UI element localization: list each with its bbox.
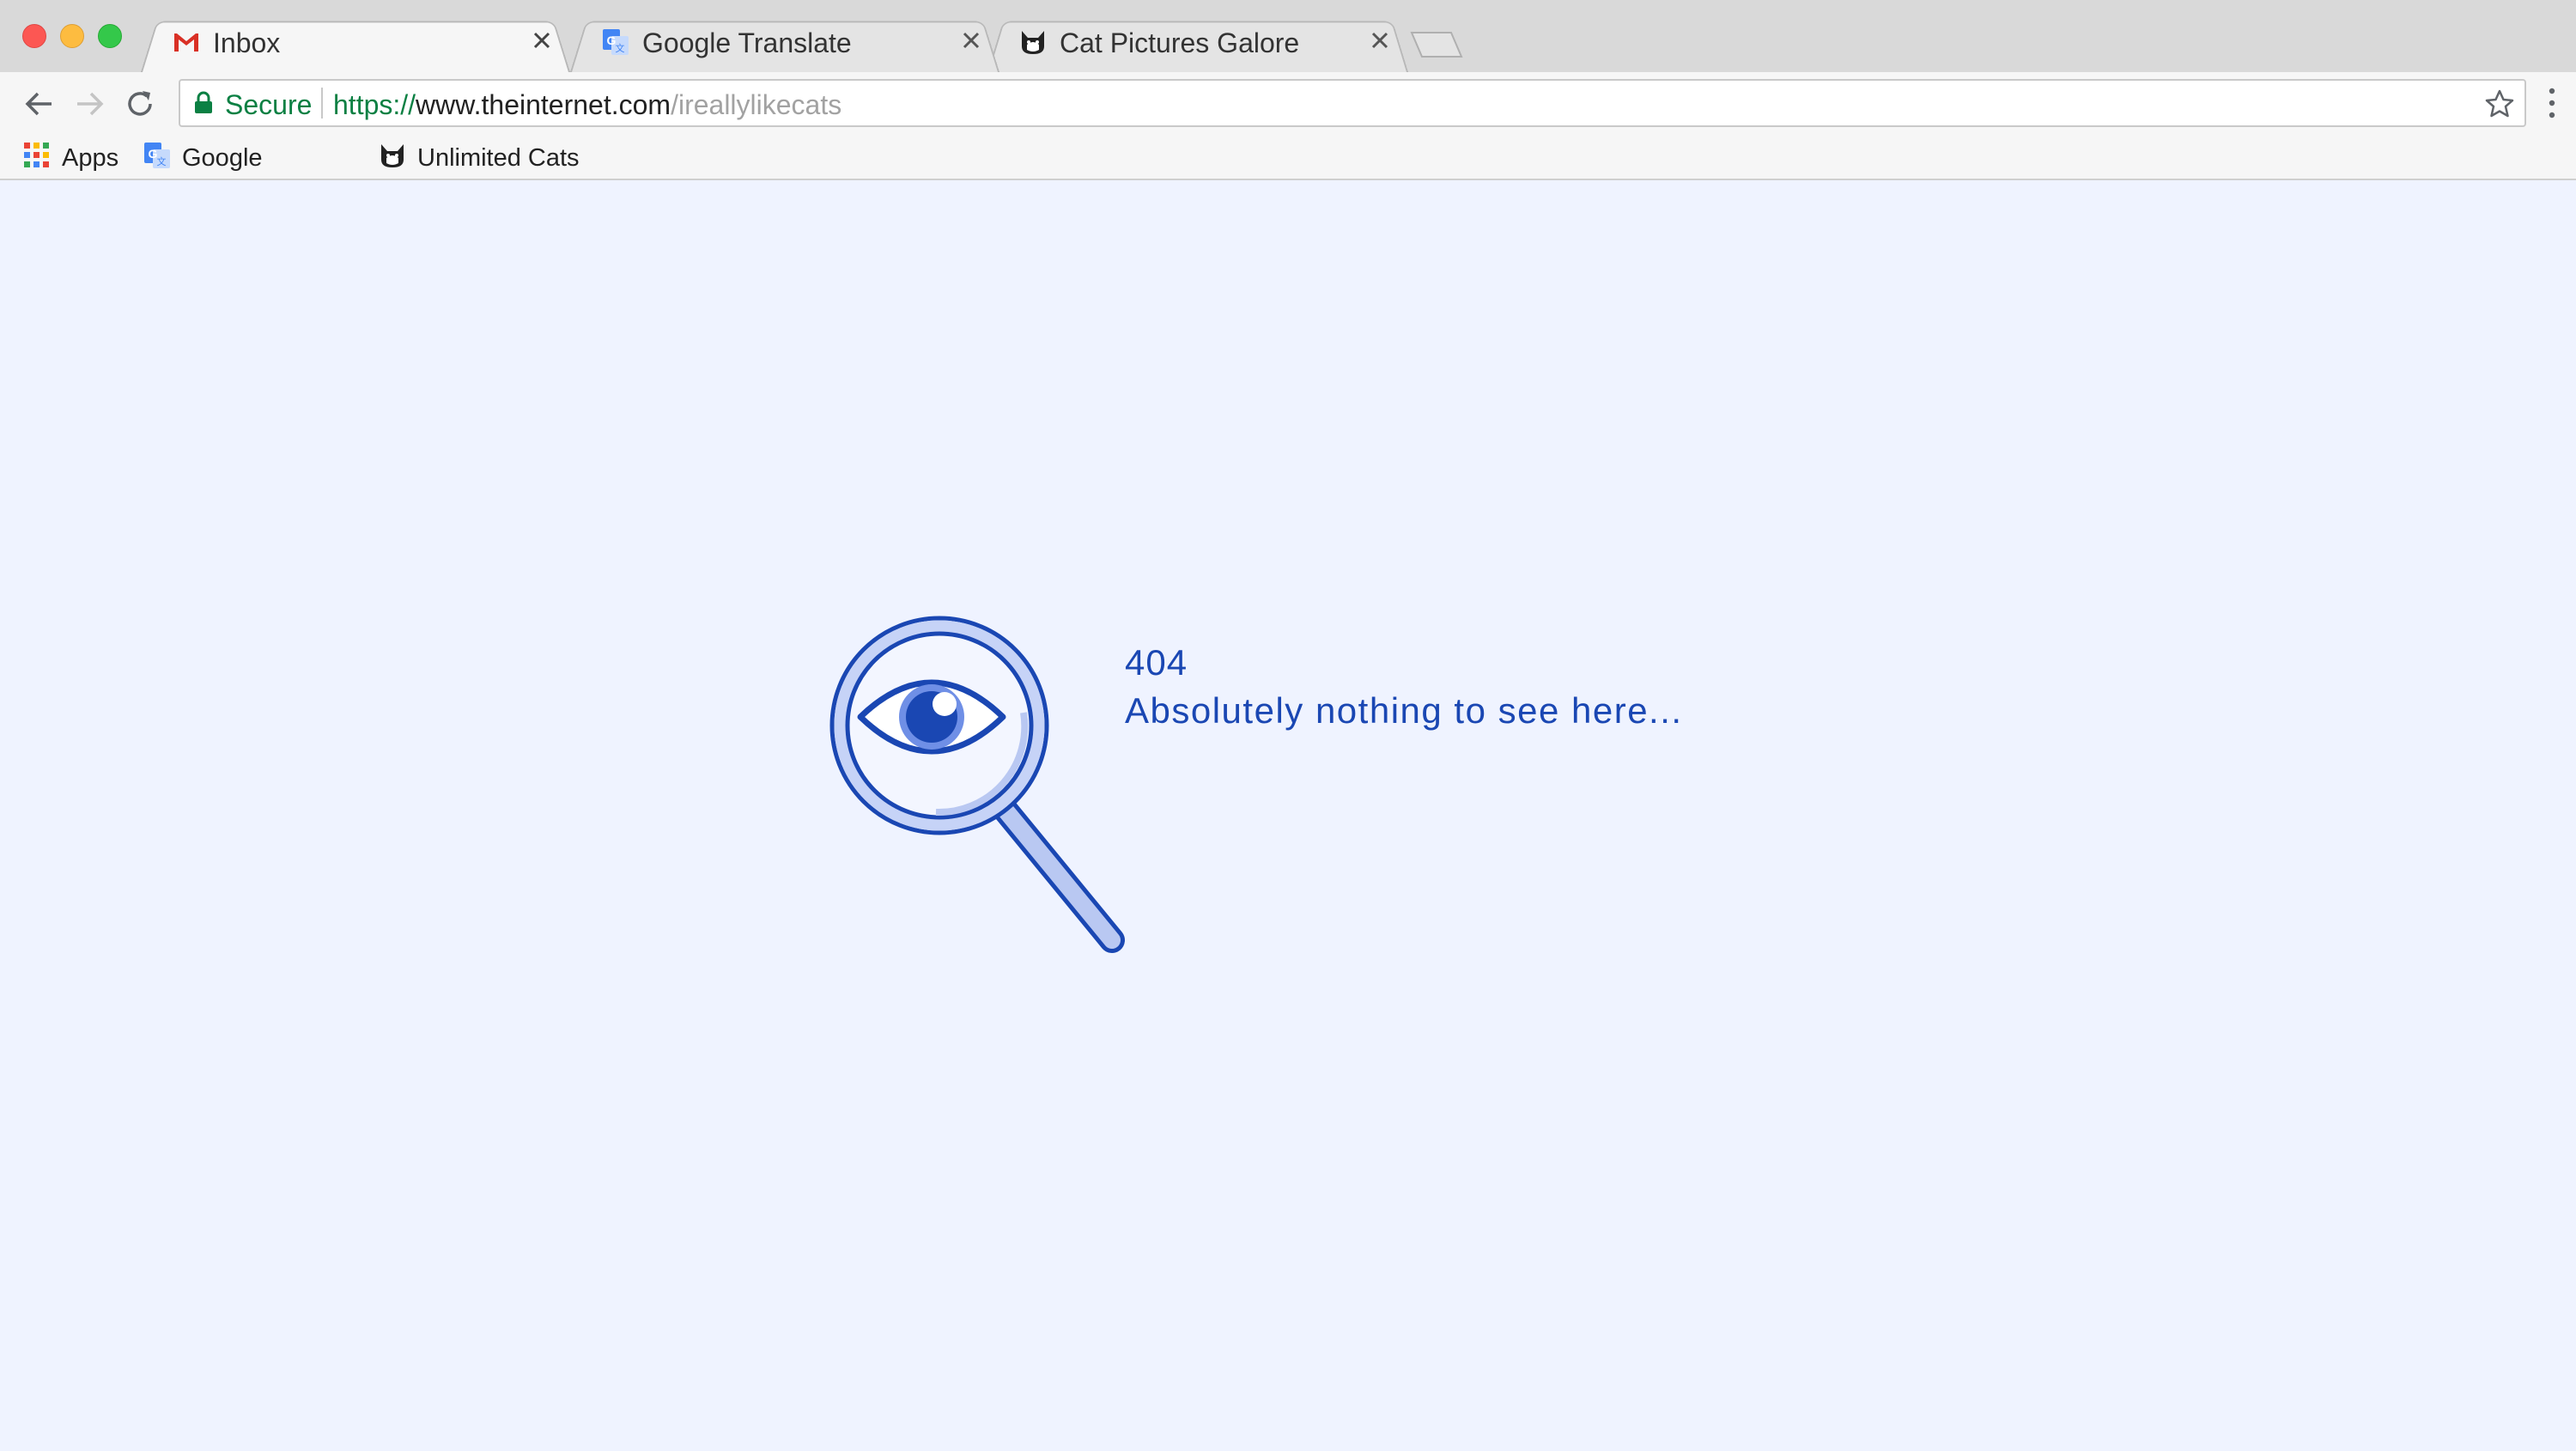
svg-text:文: 文 [616,42,625,54]
bookmark-label: Google [182,144,263,172]
bookmark-label: Unlimited Cats [417,144,580,172]
tab-inbox[interactable]: Inbox [141,15,570,73]
close-icon[interactable] [527,26,556,55]
divider [321,88,323,118]
tab-strip: Cat Pictures Galore G 文 Google Translate [0,0,2576,73]
bookmark-google[interactable]: G 文 Google [143,139,280,173]
page-content: 404 Absolutely nothing to see here... [0,180,2576,1451]
error-code: 404 [1125,642,1188,683]
error-message: Absolutely nothing to see here... [1125,690,1683,731]
reload-icon[interactable] [122,86,158,122]
bookmarks-bar: Apps G 文 Google Unlimited Cats [0,134,2576,180]
url-scheme: https:// [333,89,416,120]
more-menu-icon[interactable] [2542,84,2562,122]
tab-title: Inbox [213,27,281,58]
browser-window: Cat Pictures Galore G 文 Google Translate [0,0,2576,1451]
url-host: www.theinternet.com [416,89,671,120]
lock-icon [195,91,212,113]
close-icon[interactable] [1365,26,1394,55]
tab-cat-pictures[interactable]: Cat Pictures Galore [987,15,1408,73]
bookmark-star-icon[interactable] [2483,88,2516,120]
new-tab-button[interactable] [1410,31,1463,58]
gmail-icon [174,33,198,52]
magnifying-glass-eye-icon [829,616,1125,953]
google-translate-icon: G 文 [603,29,629,55]
window-close-button[interactable] [22,24,46,48]
tab-title: Cat Pictures Galore [1060,27,1300,58]
close-icon[interactable] [957,26,986,55]
google-translate-icon: G 文 [144,143,170,168]
window-minimize-button[interactable] [60,24,84,48]
back-arrow-icon[interactable] [21,86,57,122]
toolbar: Secure https://www.theinternet.com/ireal… [0,72,2576,134]
cat-icon [1022,31,1044,54]
forward-arrow-icon[interactable] [72,86,108,122]
bookmark-unlimited-cats[interactable]: Unlimited Cats [378,139,601,173]
svg-text:文: 文 [157,155,167,167]
url-path: /ireallylikecats [671,89,842,120]
bookmark-apps[interactable]: Apps [22,139,125,173]
window-maximize-button[interactable] [98,24,122,48]
url-text[interactable]: https://www.theinternet.com/ireallylikec… [333,89,841,121]
tab-google-translate[interactable]: G 文 Google Translate [570,15,999,73]
apps-grid-icon [24,143,49,167]
address-bar[interactable]: Secure https://www.theinternet.com/ireal… [179,79,2526,127]
cat-icon [381,144,404,167]
tab-title: Google Translate [642,27,852,58]
security-label: Secure [225,89,313,120]
bookmark-label: Apps [62,144,119,172]
